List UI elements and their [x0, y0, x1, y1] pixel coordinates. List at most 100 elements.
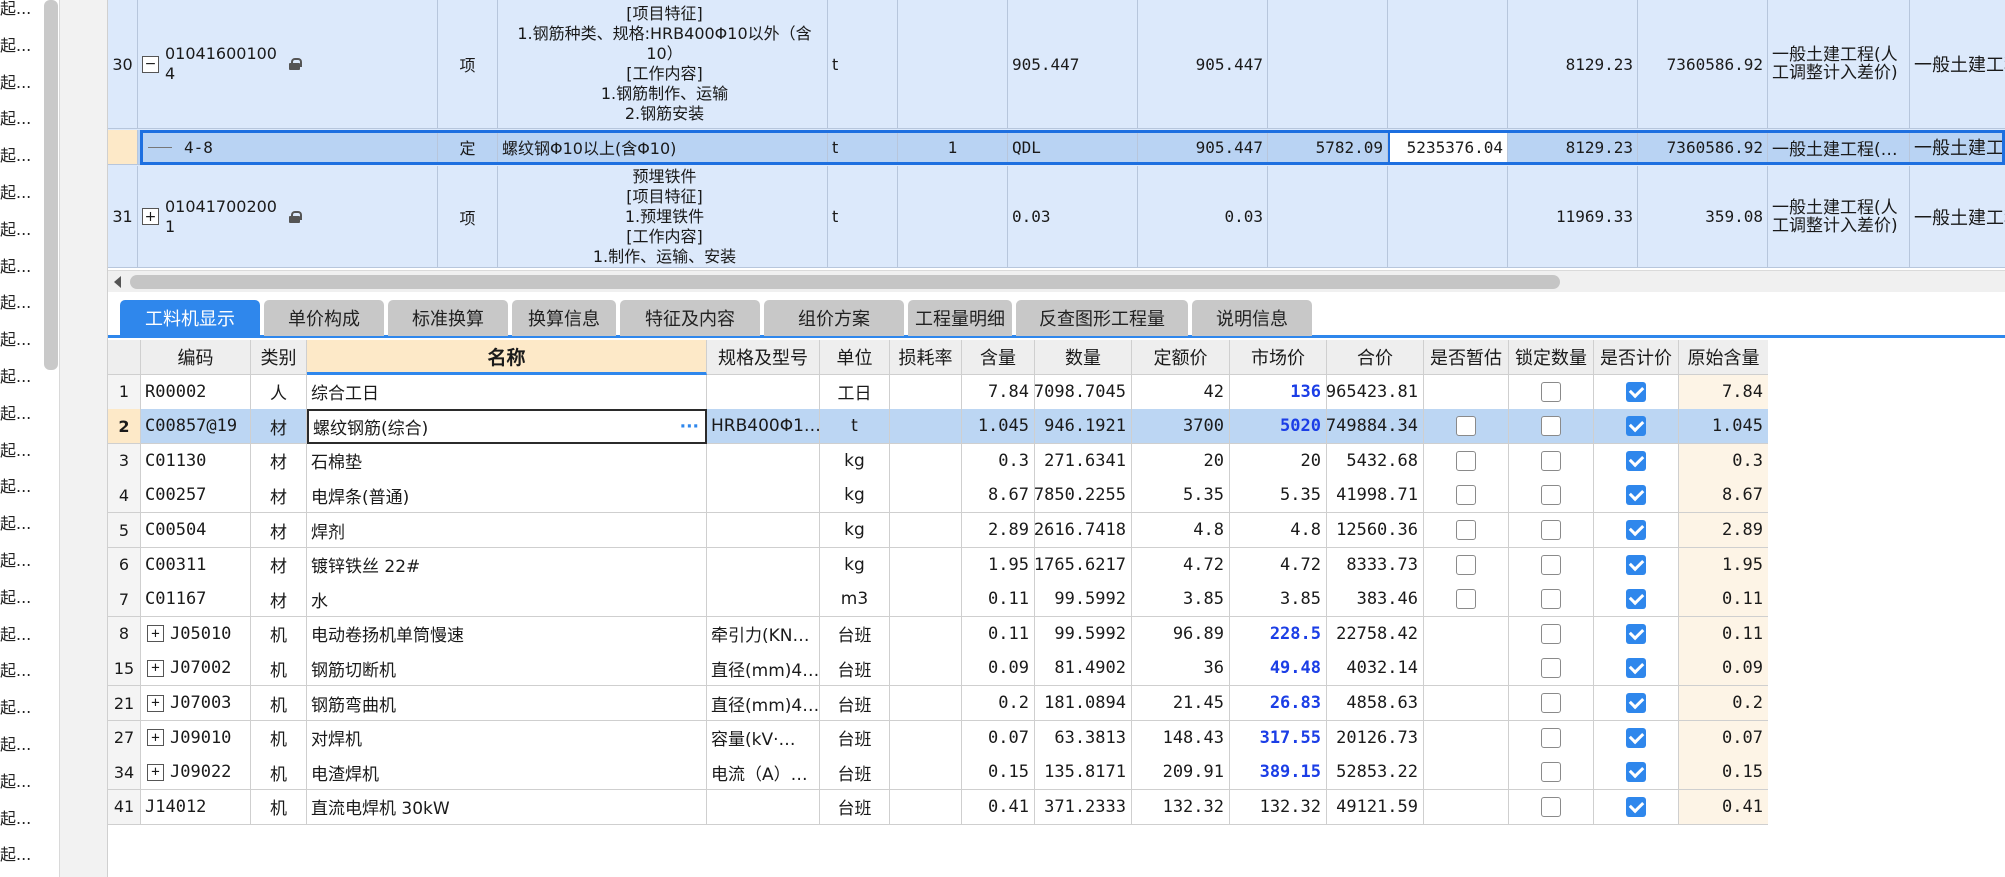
- tree-item[interactable]: 起...: [0, 248, 40, 285]
- cell-is-priced[interactable]: [1594, 582, 1679, 618]
- cell-spec[interactable]: [707, 789, 820, 825]
- cell-name[interactable]: 钢筋弯曲机: [307, 686, 707, 721]
- item-coef[interactable]: [898, 166, 1008, 267]
- cell-spec[interactable]: [707, 443, 820, 479]
- cell-market-price[interactable]: 5020: [1230, 409, 1327, 445]
- tree-item[interactable]: 起...: [0, 616, 40, 653]
- cell-code[interactable]: C00504: [141, 513, 251, 548]
- cell-is-temp[interactable]: [1424, 686, 1509, 721]
- cell-spec[interactable]: [707, 374, 820, 410]
- expand-icon[interactable]: +: [142, 208, 159, 225]
- cell-quantity[interactable]: 99.5992: [1035, 582, 1132, 618]
- cell-spec[interactable]: 电流（A）…: [707, 755, 820, 791]
- cell-quantity[interactable]: 63.3813: [1035, 720, 1132, 756]
- tab-features[interactable]: 特征及内容: [620, 300, 760, 336]
- cell-loss-rate[interactable]: [890, 409, 962, 445]
- cell-loss-rate[interactable]: [890, 582, 962, 618]
- cell-is-priced[interactable]: [1594, 651, 1679, 687]
- tree-item[interactable]: 起...: [0, 836, 40, 873]
- tree-item[interactable]: 起...: [0, 211, 40, 248]
- bill-row-31[interactable]: 31 + 01041700200 1 项 预埋铁件 [项目特征] 1.预埋铁件 […: [108, 166, 2005, 268]
- item-description[interactable]: 预埋铁件 [项目特征] 1.预埋铁件 [工作内容] 1.制作、运输、安装: [498, 166, 828, 267]
- cell-name[interactable]: 综合工日: [307, 374, 707, 410]
- cell-loss-rate[interactable]: [890, 478, 962, 514]
- unchecked-checkbox[interactable]: [1541, 381, 1561, 402]
- cell-content[interactable]: 0.2: [962, 686, 1035, 721]
- tab-standard-conversion[interactable]: 标准换算: [388, 300, 508, 336]
- cell-lock-qty[interactable]: [1509, 651, 1594, 687]
- cell-is-temp[interactable]: [1424, 409, 1509, 445]
- item-description[interactable]: [项目特征] 1.钢筋种类、规格:HRB400Φ10以外（含 10） [工作内容…: [498, 0, 828, 128]
- cell-is-priced[interactable]: [1594, 720, 1679, 756]
- cell-is-temp[interactable]: [1424, 651, 1509, 687]
- cell-quantity[interactable]: 135.8171: [1035, 755, 1132, 791]
- cell-loss-rate[interactable]: [890, 686, 962, 721]
- item-code-cell[interactable]: − 01041600100 4: [138, 0, 438, 128]
- cell-market-price[interactable]: 4.8: [1230, 513, 1327, 548]
- header-quota-price[interactable]: 定额价: [1132, 340, 1230, 375]
- cell-code[interactable]: + J09010: [141, 720, 251, 756]
- collapse-icon[interactable]: −: [142, 55, 159, 73]
- item-qty[interactable]: 905.447: [1138, 0, 1268, 128]
- header-loss-rate[interactable]: 损耗率: [890, 340, 962, 375]
- quota-qty[interactable]: 905.447: [1138, 130, 1268, 164]
- unchecked-checkbox[interactable]: [1456, 554, 1476, 575]
- cell-spec[interactable]: 直径(mm)4…: [707, 651, 820, 687]
- tree-item[interactable]: 起...: [0, 652, 40, 689]
- cell-market-price[interactable]: 26.83: [1230, 686, 1327, 721]
- header-category[interactable]: 类别: [251, 340, 307, 375]
- cell-loss-rate[interactable]: [890, 789, 962, 825]
- cell-spec[interactable]: [707, 478, 820, 514]
- upper-grid-hscrollbar[interactable]: [108, 270, 2005, 292]
- tree-item[interactable]: 起...: [0, 542, 40, 579]
- unchecked-checkbox[interactable]: [1456, 520, 1476, 540]
- cell-lock-qty[interactable]: [1509, 720, 1594, 756]
- cell-lock-qty[interactable]: [1509, 616, 1594, 652]
- unchecked-checkbox[interactable]: [1541, 623, 1561, 644]
- unchecked-checkbox[interactable]: [1456, 485, 1476, 506]
- cell-name[interactable]: 电渣焊机: [307, 755, 707, 791]
- cell-is-temp[interactable]: [1424, 513, 1509, 548]
- resource-row[interactable]: 4 C00257 材电焊条(普通) kg 8.67 7850.2255 5.35 5.35 41…: [108, 478, 1769, 514]
- cell-market-price[interactable]: 389.15: [1230, 755, 1327, 791]
- resource-row[interactable]: 27 + J09010 机对焊机 容量(kV·… 台班 0.07 63.3813 148.43 3…: [108, 720, 1769, 756]
- header-name[interactable]: 名称: [307, 340, 707, 375]
- checked-checkbox[interactable]: [1626, 727, 1646, 748]
- header-unit[interactable]: 单位: [820, 340, 890, 375]
- cell-name[interactable]: 钢筋切断机: [307, 651, 707, 687]
- cell-content[interactable]: 0.07: [962, 720, 1035, 756]
- cell-lock-qty[interactable]: [1509, 686, 1594, 721]
- cell-name[interactable]: 电动卷扬机单筒慢速: [307, 616, 707, 652]
- more-options-icon[interactable]: ···: [680, 417, 705, 437]
- header-quantity[interactable]: 数量: [1035, 340, 1132, 375]
- cell-lock-qty[interactable]: [1509, 409, 1594, 445]
- expand-icon[interactable]: +: [147, 694, 164, 712]
- cell-is-priced[interactable]: [1594, 443, 1679, 479]
- checked-checkbox[interactable]: [1626, 485, 1646, 506]
- cell-is-priced[interactable]: [1594, 374, 1679, 410]
- resource-row[interactable]: 8 + J05010 机电动卷扬机单筒慢速 牵引力(KN… 台班 0.11 99.5992 96…: [108, 616, 1769, 652]
- cell-loss-rate[interactable]: [890, 513, 962, 548]
- cell-market-price[interactable]: 5.35: [1230, 478, 1327, 514]
- cell-code[interactable]: C01167: [141, 582, 251, 618]
- cell-quantity[interactable]: 81.4902: [1035, 651, 1132, 687]
- cell-quantity[interactable]: 7098.7045: [1035, 374, 1132, 410]
- cell-is-temp[interactable]: [1424, 755, 1509, 791]
- cell-loss-rate[interactable]: [890, 547, 962, 583]
- cell-content[interactable]: 0.11: [962, 582, 1035, 618]
- expand-icon[interactable]: +: [147, 729, 164, 747]
- cell-is-temp[interactable]: [1424, 789, 1509, 825]
- bill-row-quota[interactable]: 4-8 定 螺纹钢Φ10以上(含Φ10) t 1 QDL 905.447 578…: [108, 130, 2005, 165]
- tree-item[interactable]: 起...: [0, 284, 40, 321]
- tab-conversion-info[interactable]: 换算信息: [512, 300, 616, 336]
- tree-item[interactable]: 起...: [0, 100, 40, 137]
- cell-name[interactable]: 镀锌铁丝 22#: [307, 547, 707, 583]
- cell-loss-rate[interactable]: [890, 755, 962, 791]
- checked-checkbox[interactable]: [1626, 762, 1646, 783]
- cell-code[interactable]: + J07002: [141, 651, 251, 687]
- cell-content[interactable]: 0.15: [962, 755, 1035, 791]
- header-is-priced[interactable]: 是否计价: [1594, 340, 1679, 375]
- cell-market-price[interactable]: 132.32: [1230, 789, 1327, 825]
- resource-row[interactable]: 1 R00002 人综合工日 工日 7.84 7098.7045 42 136 965423.8…: [108, 374, 1769, 410]
- tree-item[interactable]: 起...: [0, 579, 40, 616]
